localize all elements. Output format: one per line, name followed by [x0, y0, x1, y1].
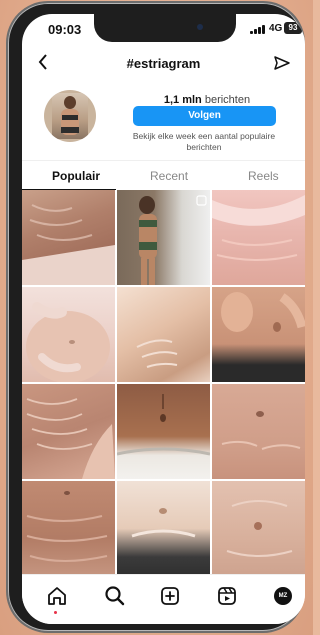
post-thumbnail[interactable]: [117, 287, 210, 382]
phone-frame: 09:03 4G 93 #estriagram 1,1 mln berichte…: [8, 3, 305, 631]
hashtag-avatar: [44, 90, 96, 142]
notch: [94, 14, 236, 42]
post-thumbnail[interactable]: [212, 287, 305, 382]
profile-avatar[interactable]: MZ: [274, 587, 292, 605]
bottom-navigation: MZ: [22, 574, 305, 624]
hashtag-description: Bekijk elke week een aantal populaire be…: [132, 131, 276, 152]
post-thumbnail[interactable]: [117, 384, 210, 479]
home-icon[interactable]: [46, 585, 68, 607]
camera-icon: [197, 24, 203, 30]
tab-reels[interactable]: Reels: [248, 169, 279, 183]
send-message-icon[interactable]: [274, 56, 290, 75]
post-count-label: berichten: [204, 94, 251, 106]
post-thumbnail[interactable]: [117, 481, 210, 576]
post-thumbnail[interactable]: [22, 287, 115, 382]
post-thumbnail[interactable]: [117, 190, 210, 285]
notification-dot: [54, 611, 57, 614]
reels-icon[interactable]: [216, 585, 238, 607]
page-title: #estriagram: [126, 56, 201, 71]
phone-screen: 09:03 4G 93 #estriagram 1,1 mln berichte…: [22, 14, 305, 624]
post-thumbnail[interactable]: [22, 384, 115, 479]
post-grid: [22, 190, 305, 576]
network-type: 4G: [269, 23, 283, 34]
tab-populair[interactable]: Populair: [52, 169, 100, 183]
post-thumbnail[interactable]: [22, 190, 115, 285]
battery-indicator: 93: [284, 22, 302, 34]
follow-button[interactable]: Volgen: [133, 106, 276, 126]
post-thumbnail[interactable]: [212, 481, 305, 576]
post-count-value: 1,1 mln: [163, 94, 202, 106]
content-tabs: Populair Recent Reels: [22, 160, 305, 191]
signal-icon: [250, 24, 266, 34]
post-thumbnail[interactable]: [212, 190, 305, 285]
tab-recent[interactable]: Recent: [150, 169, 188, 183]
post-thumbnail[interactable]: [212, 384, 305, 479]
status-time: 09:03: [48, 22, 82, 37]
post-thumbnail[interactable]: [22, 481, 115, 576]
create-post-icon[interactable]: [159, 585, 181, 607]
top-header: #estriagram: [22, 48, 305, 78]
search-icon[interactable]: [104, 585, 126, 607]
post-count: 1,1 mln berichten: [122, 94, 292, 106]
